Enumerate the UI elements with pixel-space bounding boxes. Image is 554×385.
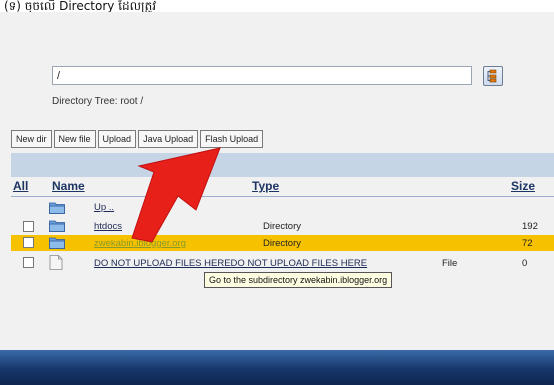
row-checkbox[interactable] — [23, 237, 34, 248]
header-divider — [11, 196, 554, 197]
table-row: htdocs Directory 192 — [11, 218, 554, 234]
new-dir-button[interactable]: New dir — [11, 130, 52, 148]
table-row: Up .. — [11, 200, 554, 216]
table-row-selected: zwekabin.iblogger.org Directory 72 — [11, 235, 554, 251]
type-column-header[interactable]: Type — [252, 179, 279, 193]
size-column-header[interactable]: Size — [511, 179, 535, 193]
row-checkbox[interactable] — [23, 257, 34, 268]
folder-link-htdocs[interactable]: htdocs — [94, 221, 122, 232]
directory-tree-label: Directory Tree: root / — [52, 96, 144, 107]
flash-upload-button[interactable]: Flash Upload — [200, 130, 264, 148]
top-caption: (ទ) ចុចលើ Directory ដែលត្រូវ — [0, 0, 554, 12]
header-strip — [11, 153, 554, 177]
upload-button[interactable]: Upload — [97, 130, 137, 148]
folder-icon — [49, 220, 65, 232]
folder-up-icon — [49, 202, 65, 214]
row-checkbox[interactable] — [23, 221, 34, 232]
java-upload-button[interactable]: Java Upload — [138, 130, 199, 148]
path-input[interactable] — [52, 66, 472, 85]
row-type: File — [442, 258, 458, 269]
file-link-do-not-upload[interactable]: DO NOT UPLOAD FILES HEREDO NOT UPLOAD FI… — [94, 258, 367, 269]
folder-link-zwekabin[interactable]: zwekabin.iblogger.org — [94, 238, 186, 249]
row-size: 192 — [522, 221, 538, 232]
select-all-header[interactable]: All — [13, 179, 28, 193]
directory-tree-button[interactable] — [483, 66, 503, 86]
file-toolbar: New dir New file Upload Java Upload Flas… — [0, 130, 554, 151]
tooltip: Go to the subdirectory zwekabin.iblogger… — [204, 272, 393, 288]
footer-bar — [0, 350, 554, 385]
table-row: DO NOT UPLOAD FILES HEREDO NOT UPLOAD FI… — [11, 255, 554, 271]
row-type: Directory — [263, 238, 302, 249]
row-type: Directory — [263, 221, 302, 232]
tree-icon — [487, 69, 497, 83]
folder-up-link[interactable]: Up .. — [94, 202, 114, 213]
row-size: 0 — [522, 258, 528, 269]
folder-icon — [49, 237, 65, 249]
row-size: 72 — [522, 238, 533, 249]
file-icon — [49, 255, 63, 270]
name-column-header[interactable]: Name — [52, 179, 85, 193]
new-file-button[interactable]: New file — [53, 130, 96, 148]
